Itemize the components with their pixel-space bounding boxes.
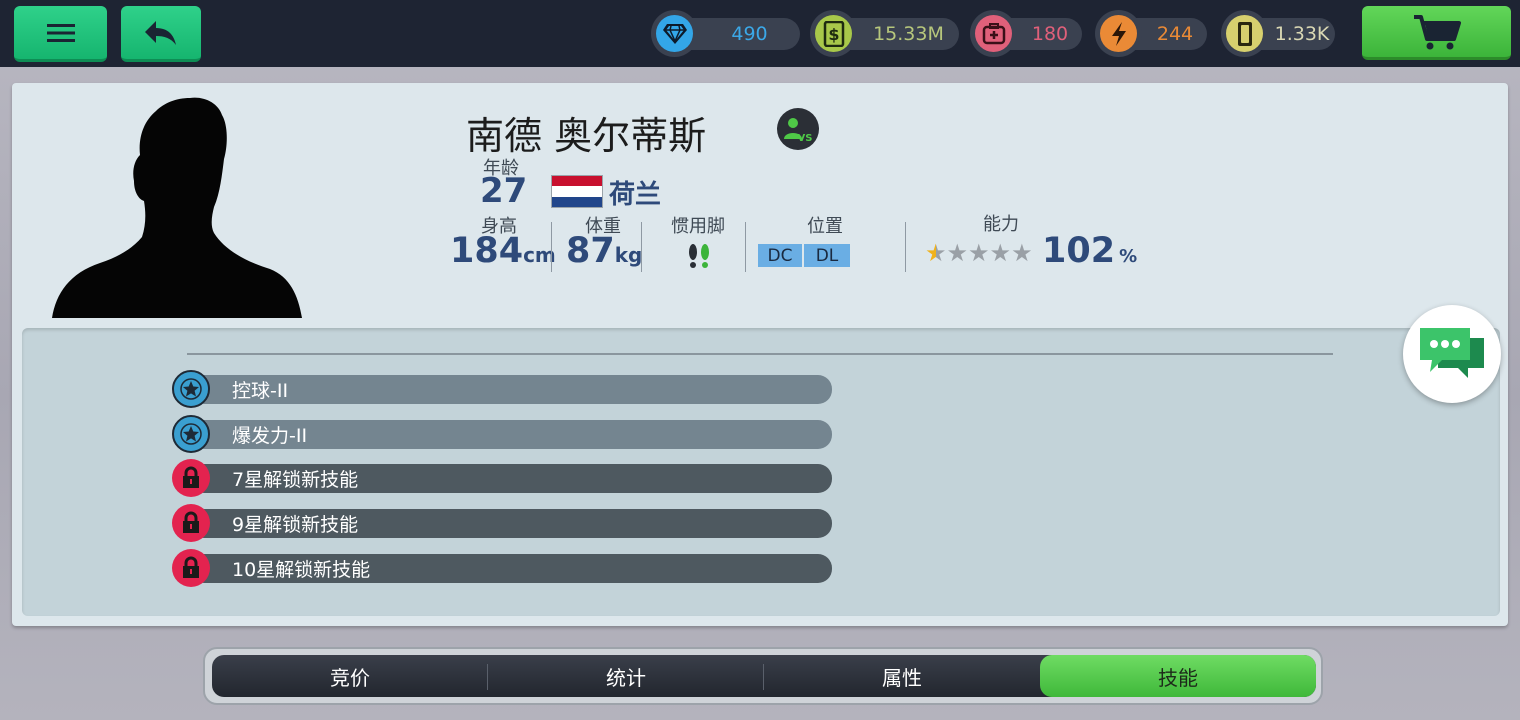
- stat-divider: [641, 222, 642, 272]
- star-icon: ★: [946, 239, 969, 267]
- shopping-cart-icon: [1413, 14, 1461, 49]
- lock-icon: [172, 459, 210, 497]
- medkit-value: 180: [1031, 23, 1069, 45]
- star-icon: ★: [989, 239, 1012, 267]
- country-name: 荷兰: [609, 180, 662, 210]
- cards-value: 1.33K: [1274, 23, 1330, 45]
- netherlands-flag-icon: [551, 175, 603, 208]
- stat-divider: [551, 222, 552, 272]
- skill-label: 爆发力-II: [232, 425, 308, 447]
- position-tag: DC: [758, 244, 802, 267]
- menu-button[interactable]: [14, 6, 107, 62]
- skill-label: 7星解锁新技能: [232, 469, 359, 491]
- top-bar: 490 15.33M $ 180 244 1.33K: [0, 0, 1520, 67]
- skill-row[interactable]: 10星解锁新技能: [172, 549, 832, 587]
- chat-button[interactable]: [1403, 305, 1501, 403]
- skill-label: 控球-II: [232, 380, 289, 402]
- ability-star-rating: ★ ★ ★ ★ ★: [925, 239, 1033, 267]
- gem-icon: [662, 23, 687, 44]
- weight-stat: 87kg: [566, 231, 642, 271]
- ability-unit: %: [1119, 246, 1138, 267]
- weight-value: 87: [566, 231, 615, 271]
- weight-unit: kg: [614, 243, 643, 267]
- cash-value: 15.33M: [873, 23, 944, 45]
- height-stat: 184cm: [450, 231, 556, 271]
- hamburger-menu-icon: [46, 23, 75, 42]
- cards-counter[interactable]: 1.33K: [1221, 10, 1335, 57]
- height-value: 184: [450, 231, 524, 271]
- preferred-foot-label: 惯用脚: [671, 216, 725, 237]
- bottom-tab-bar: 竞价 统计 属性 技能: [203, 647, 1323, 705]
- age-value: 27: [480, 171, 528, 211]
- tab-skills[interactable]: 技能: [1040, 655, 1316, 697]
- preferred-foot-icon: [689, 244, 709, 268]
- star-icon: ★: [968, 239, 990, 267]
- tab-bidding[interactable]: 竞价: [212, 655, 488, 697]
- skill-bar[interactable]: 控球-II: [190, 375, 832, 404]
- star-icon: ★: [925, 239, 947, 267]
- tab-attributes[interactable]: 属性: [764, 655, 1040, 697]
- energy-counter[interactable]: 244: [1095, 10, 1207, 57]
- medkit-counter[interactable]: 180: [970, 10, 1082, 57]
- ability-stat: 102%: [1042, 231, 1137, 271]
- skill-bar[interactable]: 7星解锁新技能: [190, 464, 832, 493]
- back-arrow-icon: [145, 20, 176, 45]
- ability-label: 能力: [983, 214, 1019, 235]
- gems-value: 490: [731, 23, 768, 45]
- svg-text:VS: VS: [798, 133, 813, 143]
- skill-bar[interactable]: 爆发力-II: [190, 420, 832, 449]
- gems-counter[interactable]: 490: [651, 10, 800, 57]
- skill-row[interactable]: 控球-II: [172, 370, 832, 408]
- lock-icon: [172, 504, 210, 542]
- cash-icon: $: [823, 20, 844, 47]
- player-compare-icon: VS: [784, 118, 813, 143]
- skill-row[interactable]: 7星解锁新技能: [172, 459, 832, 497]
- position-tag: DL: [804, 244, 850, 267]
- skill-row[interactable]: 9星解锁新技能: [172, 504, 832, 542]
- tab-statistics[interactable]: 统计: [488, 655, 764, 697]
- skills-panel: 控球-II 爆发力-II 7星解锁新技能 9星解锁新技能 10星解锁新技能: [22, 328, 1500, 616]
- skill-bar[interactable]: 10星解锁新技能: [190, 554, 832, 583]
- skill-star-icon: [172, 370, 210, 408]
- svg-text:$: $: [828, 25, 839, 44]
- skill-star-icon: [172, 415, 210, 453]
- skill-label: 10星解锁新技能: [232, 559, 371, 581]
- medkit-icon: [982, 22, 1005, 44]
- player-silhouette-avatar: [52, 97, 302, 318]
- ability-value: 102: [1042, 231, 1116, 271]
- skill-label: 9星解锁新技能: [232, 514, 359, 536]
- skill-bar[interactable]: 9星解锁新技能: [190, 509, 832, 538]
- stat-divider: [905, 222, 906, 272]
- stat-divider: [745, 222, 746, 272]
- position-label: 位置: [807, 216, 843, 237]
- energy-value: 244: [1156, 23, 1194, 45]
- lock-icon: [172, 549, 210, 587]
- back-button[interactable]: [121, 6, 201, 62]
- compare-player-button[interactable]: VS: [777, 108, 819, 150]
- skill-row[interactable]: 爆发力-II: [172, 415, 832, 453]
- chat-bubble-icon: [1420, 328, 1484, 378]
- cash-counter[interactable]: 15.33M $: [810, 10, 959, 57]
- lightning-icon: [1111, 21, 1126, 46]
- star-icon: ★: [1011, 239, 1033, 267]
- player-name: 南德 奥尔蒂斯: [466, 114, 707, 158]
- card-icon: [1237, 21, 1252, 46]
- skills-divider: [187, 353, 1333, 355]
- shop-cart-button[interactable]: [1362, 6, 1511, 60]
